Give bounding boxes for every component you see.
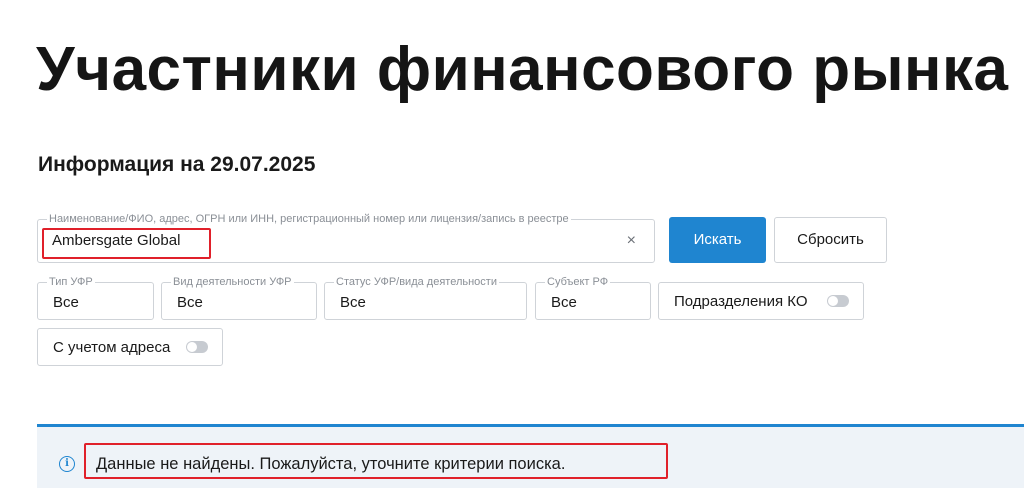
toggle-with-address-label: С учетом адреса [53,339,171,356]
filter-status-value: Все [340,294,366,311]
toggle-with-address[interactable]: С учетом адреса [37,328,223,366]
filter-ufr-type[interactable]: Тип УФР Все [37,275,154,320]
toggle-ko-subdivisions-label: Подразделения КО [674,293,808,310]
filter-activity-type-label: Вид деятельности УФР [171,275,294,289]
search-input[interactable] [52,232,612,249]
filter-status-label: Статус УФР/вида деятельности [334,275,499,289]
toggle-switch-icon[interactable] [186,341,208,353]
filter-region-label: Субъект РФ [545,275,611,289]
search-field: Наименование/ФИО, адрес, ОГРН или ИНН, р… [37,212,655,263]
page-title: Участники финансового рынка [36,35,1009,104]
filter-activity-type[interactable]: Вид деятельности УФР Все [161,275,317,320]
notice-text: Данные не найдены. Пожалуйста, уточните … [96,455,566,473]
toggle-ko-subdivisions[interactable]: Подразделения КО [658,282,864,320]
info-date-heading: Информация на 29.07.2025 [38,153,316,176]
toggle-switch-icon[interactable] [827,295,849,307]
reset-button[interactable]: Сбросить [774,217,887,263]
filter-region[interactable]: Субъект РФ Все [535,275,651,320]
filter-ufr-type-label: Тип УФР [47,275,95,289]
search-button[interactable]: Искать [669,217,766,263]
info-icon: i [59,456,75,472]
filter-status[interactable]: Статус УФР/вида деятельности Все [324,275,527,320]
filter-ufr-type-value: Все [53,294,79,311]
filter-activity-type-value: Все [177,294,203,311]
search-field-label: Наименование/ФИО, адрес, ОГРН или ИНН, р… [47,212,571,226]
filter-region-value: Все [551,294,577,311]
clear-icon[interactable]: × [627,232,636,250]
